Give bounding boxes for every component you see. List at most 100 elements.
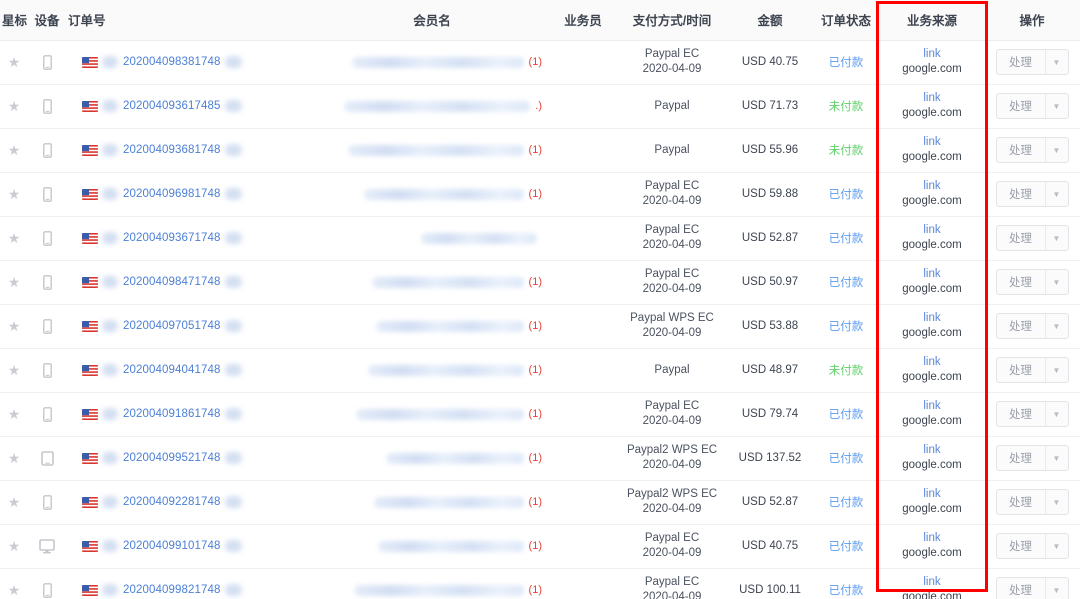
table-row[interactable]: ★202004098471748(1)Paypal EC2020-04-09US…	[0, 260, 1080, 304]
star-toggle[interactable]: ★	[0, 260, 28, 304]
table-row[interactable]: ★202004099821748(1)Paypal EC2020-04-09US…	[0, 568, 1080, 599]
order-number-cell[interactable]: 202004093617485	[66, 84, 314, 128]
process-button[interactable]: 处理	[997, 534, 1045, 558]
process-split-button[interactable]: 处理▼	[996, 269, 1069, 295]
business-source-cell[interactable]: linkgoogle.com	[880, 348, 984, 392]
process-button[interactable]: 处理	[997, 94, 1045, 118]
source-link-text[interactable]: link	[882, 311, 982, 326]
star-toggle[interactable]: ★	[0, 436, 28, 480]
order-number-text[interactable]: 202004093671748	[123, 232, 220, 244]
business-source-cell[interactable]: linkgoogle.com	[880, 40, 984, 84]
process-split-button[interactable]: 处理▼	[996, 93, 1069, 119]
table-row[interactable]: ★202004097051748(1)Paypal WPS EC2020-04-…	[0, 304, 1080, 348]
source-link-text[interactable]: link	[882, 47, 982, 62]
source-link-text[interactable]: link	[882, 91, 982, 106]
order-number-cell[interactable]: 202004098471748	[66, 260, 314, 304]
process-button[interactable]: 处理	[997, 358, 1045, 382]
source-link-text[interactable]: link	[882, 223, 982, 238]
order-number-cell[interactable]: 202004093681748	[66, 128, 314, 172]
star-icon[interactable]: ★	[8, 451, 21, 465]
star-toggle[interactable]: ★	[0, 568, 28, 599]
process-button[interactable]: 处理	[997, 490, 1045, 514]
star-toggle[interactable]: ★	[0, 216, 28, 260]
chevron-down-icon[interactable]: ▼	[1046, 314, 1068, 338]
process-button[interactable]: 处理	[997, 402, 1045, 426]
member-name-cell[interactable]: (1)	[314, 128, 550, 172]
star-icon[interactable]: ★	[8, 363, 21, 377]
business-source-cell[interactable]: linkgoogle.com	[880, 216, 984, 260]
star-icon[interactable]: ★	[8, 583, 21, 597]
process-button[interactable]: 处理	[997, 182, 1045, 206]
member-name-cell[interactable]: (1)	[314, 568, 550, 599]
member-name-cell[interactable]	[314, 216, 550, 260]
business-source-cell[interactable]: linkgoogle.com	[880, 436, 984, 480]
star-toggle[interactable]: ★	[0, 392, 28, 436]
star-toggle[interactable]: ★	[0, 524, 28, 568]
member-name-cell[interactable]: (1)	[314, 304, 550, 348]
member-name-cell[interactable]: (1)	[314, 480, 550, 524]
order-number-cell[interactable]: 202004099101748	[66, 524, 314, 568]
member-name-cell[interactable]: (1)	[314, 392, 550, 436]
process-split-button[interactable]: 处理▼	[996, 225, 1069, 251]
source-link-text[interactable]: link	[882, 267, 982, 282]
table-row[interactable]: ★202004091861748(1)Paypal EC2020-04-09US…	[0, 392, 1080, 436]
star-icon[interactable]: ★	[8, 231, 21, 245]
member-name-cell[interactable]: (1)	[314, 40, 550, 84]
order-number-cell[interactable]: 202004094041748	[66, 348, 314, 392]
star-icon[interactable]: ★	[8, 319, 21, 333]
order-number-text[interactable]: 202004099101748	[123, 540, 220, 552]
source-link-text[interactable]: link	[882, 575, 982, 590]
business-source-cell[interactable]: linkgoogle.com	[880, 480, 984, 524]
process-split-button[interactable]: 处理▼	[996, 313, 1069, 339]
chevron-down-icon[interactable]: ▼	[1046, 402, 1068, 426]
star-icon[interactable]: ★	[8, 407, 21, 421]
chevron-down-icon[interactable]: ▼	[1046, 270, 1068, 294]
order-number-text[interactable]: 202004096981748	[123, 188, 220, 200]
star-toggle[interactable]: ★	[0, 348, 28, 392]
process-split-button[interactable]: 处理▼	[996, 357, 1069, 383]
process-button[interactable]: 处理	[997, 446, 1045, 470]
source-link-text[interactable]: link	[882, 355, 982, 370]
chevron-down-icon[interactable]: ▼	[1046, 358, 1068, 382]
order-number-cell[interactable]: 202004096981748	[66, 172, 314, 216]
business-source-cell[interactable]: linkgoogle.com	[880, 172, 984, 216]
star-toggle[interactable]: ★	[0, 172, 28, 216]
star-toggle[interactable]: ★	[0, 84, 28, 128]
table-row[interactable]: ★202004093681748(1)PaypalUSD 55.96未付款lin…	[0, 128, 1080, 172]
process-button[interactable]: 处理	[997, 314, 1045, 338]
source-link-text[interactable]: link	[882, 487, 982, 502]
order-number-text[interactable]: 202004093617485	[123, 100, 220, 112]
order-number-text[interactable]: 202004098381748	[123, 56, 220, 68]
process-split-button[interactable]: 处理▼	[996, 489, 1069, 515]
process-split-button[interactable]: 处理▼	[996, 401, 1069, 427]
star-icon[interactable]: ★	[8, 99, 21, 113]
table-row[interactable]: ★202004094041748(1)PaypalUSD 48.97未付款lin…	[0, 348, 1080, 392]
chevron-down-icon[interactable]: ▼	[1046, 490, 1068, 514]
chevron-down-icon[interactable]: ▼	[1046, 182, 1068, 206]
source-link-text[interactable]: link	[882, 135, 982, 150]
order-number-text[interactable]: 202004099521748	[123, 452, 220, 464]
business-source-cell[interactable]: linkgoogle.com	[880, 84, 984, 128]
chevron-down-icon[interactable]: ▼	[1046, 534, 1068, 558]
star-toggle[interactable]: ★	[0, 480, 28, 524]
business-source-cell[interactable]: linkgoogle.com	[880, 524, 984, 568]
chevron-down-icon[interactable]: ▼	[1046, 578, 1068, 599]
order-number-cell[interactable]: 202004099521748	[66, 436, 314, 480]
process-button[interactable]: 处理	[997, 226, 1045, 250]
process-button[interactable]: 处理	[997, 270, 1045, 294]
order-number-cell[interactable]: 202004098381748	[66, 40, 314, 84]
process-button[interactable]: 处理	[997, 578, 1045, 599]
process-split-button[interactable]: 处理▼	[996, 181, 1069, 207]
process-split-button[interactable]: 处理▼	[996, 533, 1069, 559]
chevron-down-icon[interactable]: ▼	[1046, 138, 1068, 162]
member-name-cell[interactable]: .)	[314, 84, 550, 128]
process-split-button[interactable]: 处理▼	[996, 445, 1069, 471]
order-number-cell[interactable]: 202004092281748	[66, 480, 314, 524]
source-link-text[interactable]: link	[882, 179, 982, 194]
order-number-text[interactable]: 202004099821748	[123, 584, 220, 596]
order-number-text[interactable]: 202004093681748	[123, 144, 220, 156]
star-icon[interactable]: ★	[8, 539, 21, 553]
order-number-text[interactable]: 202004091861748	[123, 408, 220, 420]
order-number-cell[interactable]: 202004091861748	[66, 392, 314, 436]
chevron-down-icon[interactable]: ▼	[1046, 50, 1068, 74]
